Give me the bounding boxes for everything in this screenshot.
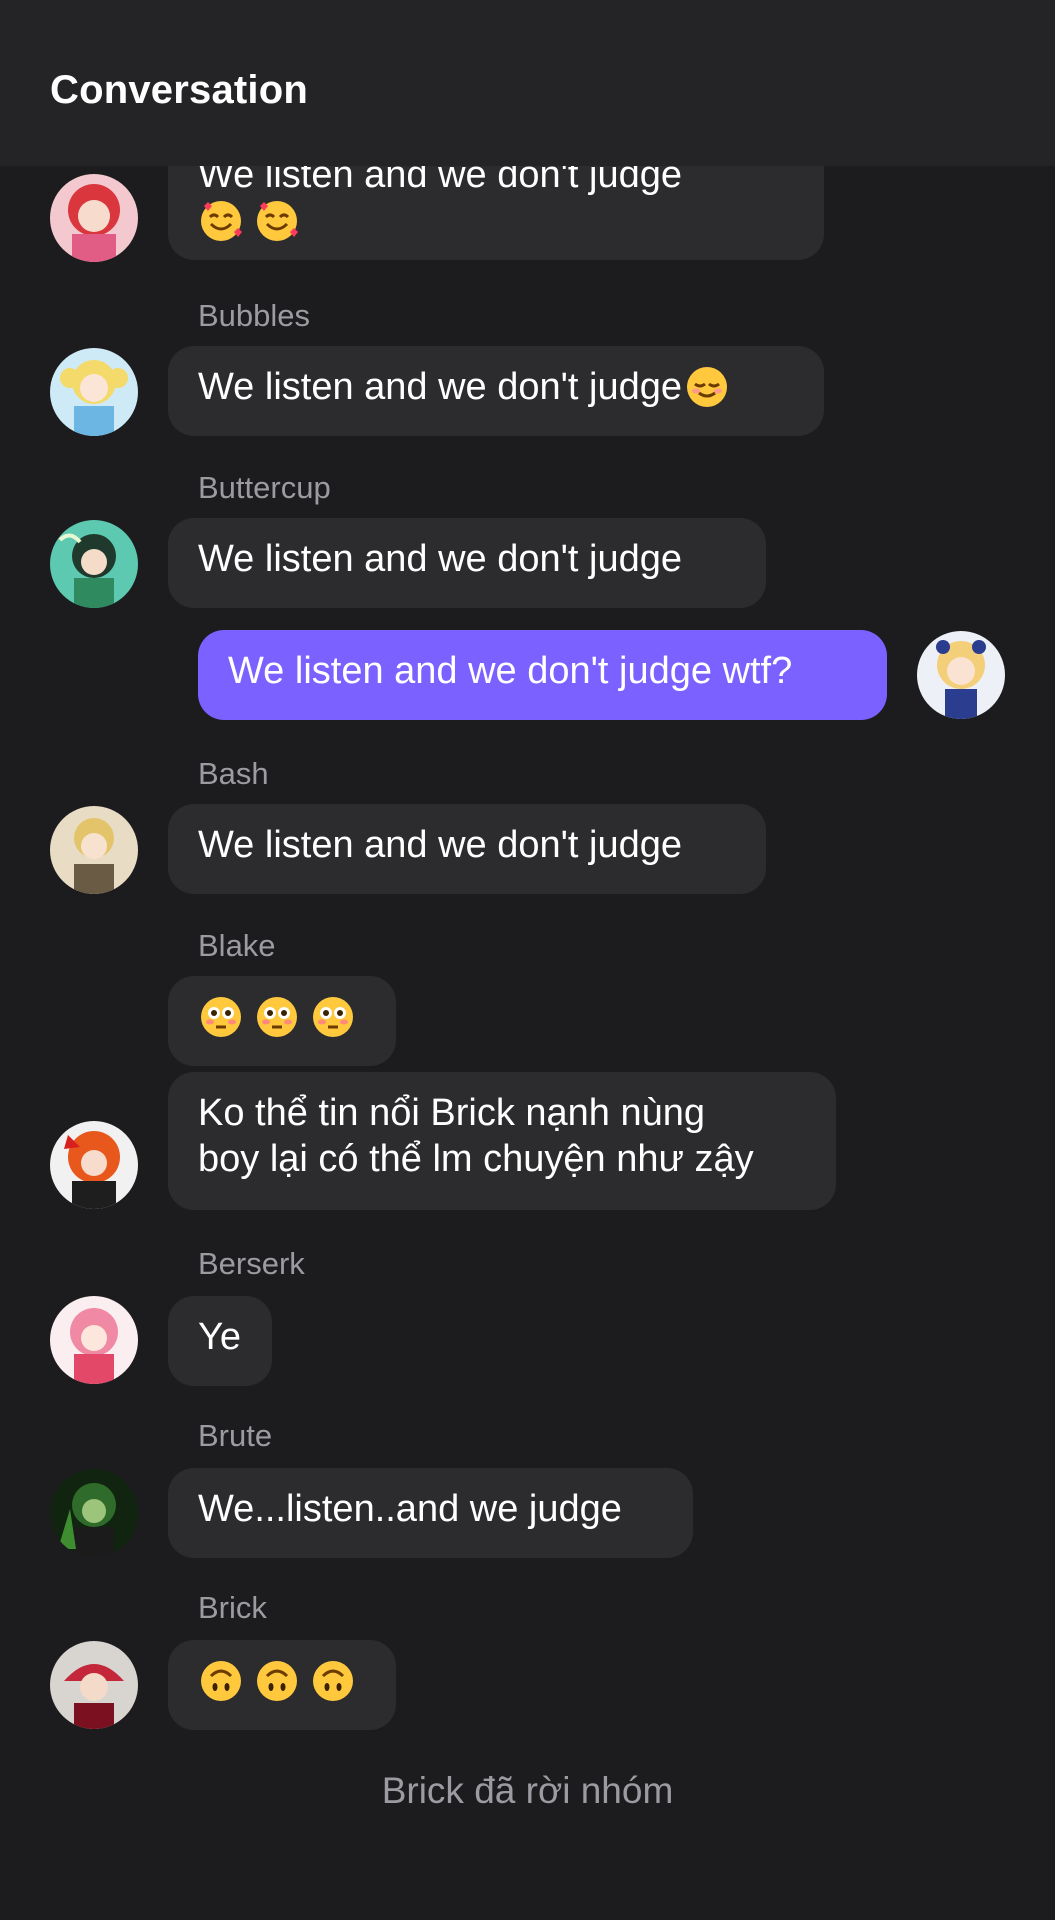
avatar[interactable] <box>50 1296 138 1384</box>
sender-name: Blake <box>198 928 276 963</box>
smiling-hearts-icon <box>201 201 242 241</box>
relieved-smile-icon <box>686 367 727 407</box>
message-bubble[interactable] <box>168 1640 396 1730</box>
flushed-face-icon <box>313 997 353 1037</box>
message-text: We listen and we don't judge <box>198 824 682 866</box>
message-text-line: Ko thể tin nổi Brick nạnh nùng <box>198 1092 706 1134</box>
sender-name: Berserk <box>198 1246 305 1281</box>
sender-name: Bash <box>198 756 269 791</box>
page-title: Conversation <box>50 68 309 112</box>
avatar[interactable] <box>50 174 138 262</box>
message-bubble[interactable]: We...listen..and we judge <box>168 1468 693 1558</box>
avatar[interactable] <box>50 520 138 608</box>
smiling-hearts-icon <box>257 201 298 241</box>
flushed-face-icon <box>257 997 297 1037</box>
message-text: Ye <box>198 1316 241 1358</box>
upside-down-face-icon <box>313 1661 353 1701</box>
message-text: We listen and we don't judge <box>198 538 682 580</box>
message-bubble[interactable]: We listen and we don't judge <box>168 518 766 608</box>
message-bubble[interactable]: We listen and we don't judge <box>168 804 766 894</box>
message-bubble[interactable]: We listen and we don't judge <box>168 346 824 436</box>
my-message-bubble[interactable]: We listen and we don't judge wtf? <box>198 630 887 720</box>
emoji-line <box>198 994 366 1040</box>
message-bubble[interactable]: Ye <box>168 1296 272 1386</box>
message-text: We listen and we don't judge wtf? <box>228 650 793 692</box>
message-text: We...listen..and we judge <box>198 1488 622 1530</box>
sender-name: Buttercup <box>198 470 331 505</box>
avatar[interactable] <box>50 1641 138 1729</box>
avatar[interactable] <box>50 1121 138 1209</box>
avatar[interactable] <box>50 348 138 436</box>
message-text: We listen and we don't judge <box>198 366 682 408</box>
system-message: Brick đã rời nhóm <box>381 1770 674 1811</box>
message-bubble[interactable] <box>168 976 396 1066</box>
emoji-line <box>198 198 794 244</box>
emoji-line <box>198 1658 366 1704</box>
upside-down-face-icon <box>257 1661 297 1701</box>
sender-name: Brute <box>198 1418 273 1453</box>
sender-name: Brick <box>198 1590 267 1625</box>
upside-down-face-icon <box>201 1661 241 1701</box>
avatar[interactable] <box>50 1469 138 1557</box>
chat-area[interactable]: We listen and we don't judge Bubbles We … <box>0 0 1055 1920</box>
message-text-line: boy lại có thể lm chuyện như zậy <box>198 1138 754 1180</box>
avatar[interactable] <box>50 806 138 894</box>
sender-name: Bubbles <box>198 298 311 333</box>
flushed-face-icon <box>201 997 241 1037</box>
my-avatar[interactable] <box>917 631 1005 719</box>
message-bubble[interactable]: Ko thể tin nổi Brick nạnh nùng boy lại c… <box>168 1072 836 1210</box>
top-bar: Conversation <box>0 0 1055 166</box>
